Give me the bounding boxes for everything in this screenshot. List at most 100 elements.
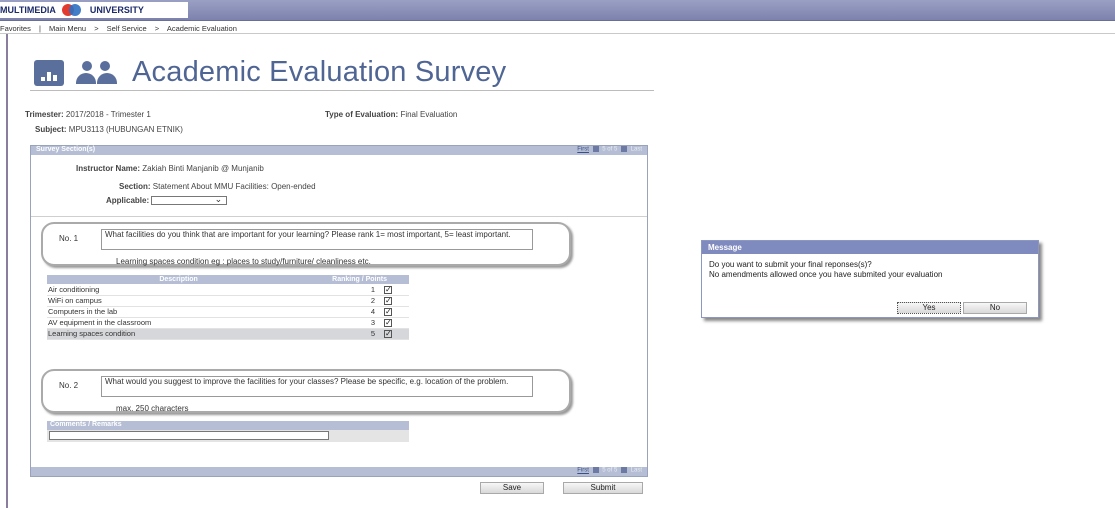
section-divider	[31, 216, 647, 217]
page-title: Academic Evaluation Survey	[132, 56, 507, 88]
table-row: Air conditioning 1 ✓	[47, 284, 409, 296]
row-points: 1	[310, 284, 383, 296]
instructor-row: Instructor Name: Zakiah Binti Manjanib @…	[76, 164, 264, 173]
trimester-value: 2017/2018 - Trimester 1	[65, 110, 151, 119]
question-1-number: No. 1	[59, 234, 79, 243]
row-description: AV equipment in the classroom	[47, 317, 311, 329]
table-row: WiFi on campus 2 ✓	[47, 295, 409, 307]
no-button[interactable]: No	[963, 302, 1027, 314]
trimester-label: Trimester:	[25, 110, 64, 119]
pager-last-link[interactable]: Last	[631, 147, 642, 153]
next-icon[interactable]	[620, 146, 627, 152]
pager-first-link[interactable]: First	[577, 468, 589, 474]
comments-header: Comments / Remarks	[47, 421, 409, 430]
breadcrumb-separator: |	[38, 24, 41, 33]
column-header-description: Description	[47, 275, 311, 284]
dialog-message: Do you want to submit your final reponse…	[709, 260, 942, 280]
instructor-label: Instructor Name:	[76, 164, 141, 173]
university-logo: MULTIMEDIA UNIVERSITY	[0, 2, 188, 18]
row-points: 3	[310, 317, 383, 329]
row-description: Computers in the lab	[47, 306, 311, 318]
row-checkbox[interactable]: ✓	[384, 297, 392, 305]
submit-button[interactable]: Submit	[563, 482, 643, 494]
ranking-table: Description Ranking / Points Air conditi…	[47, 275, 409, 340]
subject-info: Subject: MPU3113 (HUBUNGAN ETNIK)	[35, 125, 183, 134]
dialog-line-1: Do you want to submit your final reponse…	[709, 260, 872, 269]
table-row: Learning spaces condition 5 ✓	[47, 328, 409, 340]
comments-table: Comments / Remarks	[47, 421, 409, 442]
pager-last-link[interactable]: Last	[631, 468, 642, 474]
applicable-select[interactable]: ⌄	[151, 194, 228, 205]
comments-row	[47, 430, 409, 442]
title-divider	[30, 90, 654, 91]
page-title-row: Academic Evaluation Survey	[34, 56, 506, 89]
logo-text-left: MULTIMEDIA	[0, 5, 56, 15]
table-row: AV equipment in the classroom 3 ✓	[47, 317, 409, 329]
ranking-header-row: Description Ranking / Points	[47, 275, 409, 284]
pager: First 5 of 5 Last	[577, 146, 642, 153]
pager-bottom: First 5 of 5 Last	[577, 467, 642, 474]
subject-value: MPU3113 (HUBUNGAN ETNIK)	[68, 125, 183, 134]
previous-icon[interactable]	[592, 146, 599, 152]
question-1-hint: Learning spaces condition eg : places to…	[116, 257, 371, 266]
confirm-dialog: Message Do you want to submit your final…	[701, 240, 1039, 318]
dialog-title: Message	[702, 241, 1038, 254]
left-border	[6, 34, 8, 508]
pager-count: 5 of 5	[602, 467, 618, 474]
logo-mark-icon	[60, 3, 86, 17]
question-2-text: What would you suggest to improve the fa…	[101, 376, 533, 397]
row-checkbox[interactable]: ✓	[384, 319, 392, 327]
people-icon	[76, 60, 120, 86]
trimester-info: Trimester: 2017/2018 - Trimester 1	[25, 110, 151, 119]
question-2-number: No. 2	[59, 381, 79, 390]
survey-section-header: Survey Section(s) First 5 of 5 Last	[31, 146, 647, 155]
row-checkbox[interactable]: ✓	[384, 308, 392, 316]
breadcrumb: Favorites | Main Menu > Self Service > A…	[0, 21, 1115, 34]
save-button[interactable]: Save	[480, 482, 544, 494]
survey-section-panel: Survey Section(s) First 5 of 5 Last Inst…	[30, 145, 648, 477]
question-1-box: No. 1 What facilities do you think that …	[41, 222, 571, 266]
applicable-label: Applicable:	[106, 196, 150, 205]
comments-input[interactable]	[49, 431, 329, 440]
row-checkbox[interactable]: ✓	[384, 330, 392, 338]
question-1-text: What facilities do you think that are im…	[101, 229, 533, 250]
top-banner: MULTIMEDIA UNIVERSITY	[0, 0, 1115, 21]
column-header-ranking: Ranking / Points	[310, 275, 409, 284]
row-points: 5	[310, 328, 383, 340]
yes-button[interactable]: Yes	[897, 302, 961, 314]
evaluation-type-value: Final Evaluation	[400, 110, 458, 119]
previous-icon[interactable]	[592, 467, 599, 473]
row-description: Air conditioning	[47, 284, 311, 296]
chevron-down-icon: ⌄	[214, 194, 223, 204]
row-description: Learning spaces condition	[47, 328, 311, 340]
pager-first-link[interactable]: First	[577, 147, 589, 153]
section-row: Section: Statement About MMU Facilities:…	[119, 182, 316, 191]
survey-section-title: Survey Section(s)	[36, 146, 96, 153]
row-checkbox[interactable]: ✓	[384, 285, 392, 294]
subject-label: Subject:	[35, 125, 67, 134]
breadcrumb-academic-evaluation[interactable]: Academic Evaluation	[167, 24, 237, 33]
applicable-row: Applicable: ⌄	[106, 194, 228, 205]
instructor-value: Zakiah Binti Manjanib @ Munjanib	[142, 164, 264, 173]
breadcrumb-separator: >	[154, 24, 160, 33]
section-label: Section:	[119, 182, 151, 191]
dialog-line-2: No amendments allowed once you have subm…	[709, 270, 943, 279]
breadcrumb-favorites[interactable]: Favorites	[0, 24, 31, 33]
row-description: WiFi on campus	[47, 295, 311, 307]
next-icon[interactable]	[620, 467, 627, 473]
breadcrumb-self-service[interactable]: Self Service	[107, 24, 147, 33]
breadcrumb-separator: >	[94, 24, 99, 33]
pager-count: 5 of 5	[602, 146, 618, 153]
bar-chart-icon	[34, 59, 64, 86]
question-2-hint: max. 250 characters	[116, 404, 189, 413]
evaluation-type-label: Type of Evaluation:	[325, 110, 399, 119]
row-points: 2	[310, 295, 383, 307]
evaluation-type-info: Type of Evaluation: Final Evaluation	[325, 110, 457, 119]
table-row: Computers in the lab 4 ✓	[47, 306, 409, 318]
logo-text-right: UNIVERSITY	[89, 5, 144, 15]
question-2-box: No. 2 What would you suggest to improve …	[41, 369, 571, 413]
survey-section-footer: First 5 of 5 Last	[31, 467, 647, 476]
row-points: 4	[310, 306, 383, 318]
section-value: Statement About MMU Facilities: Open-end…	[152, 182, 316, 191]
breadcrumb-main-menu[interactable]: Main Menu	[49, 24, 86, 33]
